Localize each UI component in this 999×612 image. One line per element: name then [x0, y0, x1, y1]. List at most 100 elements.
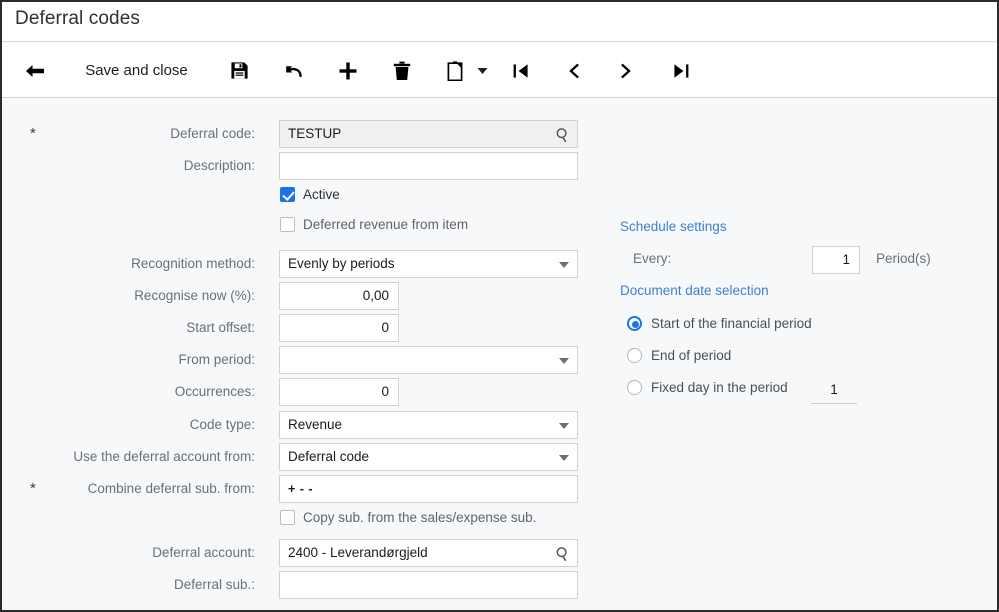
first-record-button[interactable] [502, 43, 540, 98]
row-use-deferral-account-from: Use the deferral account from: [30, 443, 255, 471]
radio-unselected [627, 380, 642, 395]
start-offset-value: 0 [381, 320, 389, 335]
fixed-day-value: 1 [830, 382, 838, 397]
every-input[interactable]: 1 [812, 246, 860, 274]
plus-icon [338, 61, 358, 81]
delete-button[interactable] [382, 43, 422, 98]
row-deferral-account: Deferral account: [30, 539, 255, 567]
period-suffix-label: Period(s) [876, 251, 931, 266]
deferral-code-input[interactable]: TESTUP [279, 120, 578, 148]
use-deferral-account-from-value: Deferral code [288, 449, 370, 464]
save-button[interactable] [220, 43, 258, 98]
trash-icon [393, 61, 411, 81]
occurrences-value: 0 [381, 384, 389, 399]
deferral-code-required-mark: * [30, 125, 36, 142]
document-date-selection-heading[interactable]: Document date selection [620, 283, 769, 298]
deferral-sub-input[interactable] [279, 571, 578, 599]
row-code-type: Code type: [30, 411, 255, 439]
previous-record-icon [566, 62, 580, 80]
row-recognise-now: Recognise now (%): [30, 282, 255, 310]
checkbox-box [280, 510, 295, 525]
undo-arrow-icon [283, 62, 305, 80]
deferral-account-label: Deferral account: [152, 545, 255, 560]
save-and-close-label: Save and close [85, 62, 188, 79]
row-combine-deferral-sub-from: * Combine deferral sub. from: [30, 475, 255, 503]
fixed-day-input[interactable]: 1 [811, 378, 857, 404]
add-button[interactable] [328, 43, 368, 98]
copy-sub-label: Copy sub. from the sales/expense sub. [303, 510, 537, 525]
previous-record-button[interactable] [554, 43, 592, 98]
first-record-icon [512, 62, 530, 80]
back-arrow-icon [23, 62, 47, 80]
start-offset-input[interactable]: 0 [279, 314, 399, 342]
undo-button[interactable] [274, 43, 314, 98]
occurrences-input[interactable]: 0 [279, 378, 399, 406]
occurrences-label: Occurrences: [174, 384, 255, 399]
deferral-code-label: Deferral code: [170, 126, 255, 141]
recognition-method-select[interactable]: Evenly by periods [279, 250, 578, 278]
schedule-settings-heading[interactable]: Schedule settings [620, 219, 727, 234]
radio-label: Start of the financial period [651, 316, 812, 331]
description-input[interactable] [279, 152, 578, 180]
recognise-now-input[interactable]: 0,00 [279, 282, 399, 310]
chevron-down-icon [559, 455, 569, 461]
every-value: 1 [842, 252, 850, 267]
row-description: Description: [30, 152, 255, 180]
radio-label: End of period [651, 348, 732, 363]
description-label: Description: [183, 158, 255, 173]
clipboard-button[interactable] [438, 43, 472, 98]
chevron-down-icon [559, 262, 569, 268]
radio-label: Fixed day in the period [651, 380, 788, 395]
clipboard-icon [447, 60, 463, 81]
combine-deferral-sub-from-input[interactable]: + - - [279, 475, 578, 503]
deferral-sub-label: Deferral sub.: [173, 577, 255, 592]
row-recognition-method: Recognition method: [30, 250, 255, 278]
combine-deferral-sub-from-label: Combine deferral sub. from: [87, 481, 255, 496]
recognise-now-value: 0,00 [362, 288, 389, 303]
magnifier-icon[interactable] [555, 545, 571, 562]
toolbar: Save and close [2, 43, 997, 98]
use-deferral-account-from-label: Use the deferral account from: [73, 449, 255, 464]
last-record-button[interactable] [662, 43, 700, 98]
deferred-revenue-from-item-label: Deferred revenue from item [303, 217, 469, 232]
magnifier-icon[interactable] [555, 126, 571, 143]
back-button[interactable] [14, 43, 56, 98]
active-label: Active [303, 187, 340, 202]
combine-deferral-sub-required-mark: * [30, 480, 36, 497]
row-deferral-sub: Deferral sub.: [30, 571, 255, 599]
row-deferral-code: * Deferral code: [30, 120, 255, 148]
next-record-icon [620, 62, 634, 80]
save-and-close-button[interactable]: Save and close [74, 43, 199, 98]
use-deferral-account-from-select[interactable]: Deferral code [279, 443, 578, 471]
code-type-value: Revenue [288, 417, 343, 432]
chevron-down-icon [559, 358, 569, 364]
every-label: Every: [633, 251, 672, 266]
from-period-select[interactable] [279, 346, 578, 374]
deferral-code-value: TESTUP [288, 126, 342, 141]
checkbox-box-checked [280, 187, 295, 202]
deferral-codes-window: Deferral codes Save and close * Deferral… [0, 0, 999, 612]
deferral-account-input[interactable]: 2400 - Leverandørgjeld [279, 539, 578, 567]
last-record-icon [672, 62, 690, 80]
checkbox-box [280, 217, 295, 232]
clipboard-dropdown-button[interactable] [472, 43, 492, 98]
window-titlebar: Deferral codes [2, 2, 997, 42]
recognition-method-label: Recognition method: [131, 256, 255, 271]
row-start-offset: Start offset: [30, 314, 255, 342]
start-offset-label: Start offset: [186, 320, 255, 335]
save-floppy-icon [230, 61, 249, 80]
chevron-down-icon [477, 67, 488, 75]
code-type-select[interactable]: Revenue [279, 411, 578, 439]
recognition-method-value: Evenly by periods [288, 256, 395, 271]
chevron-down-icon [559, 423, 569, 429]
deferral-account-value: 2400 - Leverandørgjeld [288, 545, 428, 560]
row-from-period: From period: [30, 346, 255, 374]
from-period-label: From period: [178, 352, 255, 367]
radio-selected [627, 316, 642, 331]
recognise-now-label: Recognise now (%): [134, 288, 255, 303]
next-record-button[interactable] [608, 43, 646, 98]
row-occurrences: Occurrences: [30, 378, 255, 406]
page-title: Deferral codes [15, 8, 140, 29]
form-area: * Deferral code: TESTUP Description: Act… [2, 98, 997, 610]
combine-deferral-sub-from-value: + - - [288, 482, 314, 496]
